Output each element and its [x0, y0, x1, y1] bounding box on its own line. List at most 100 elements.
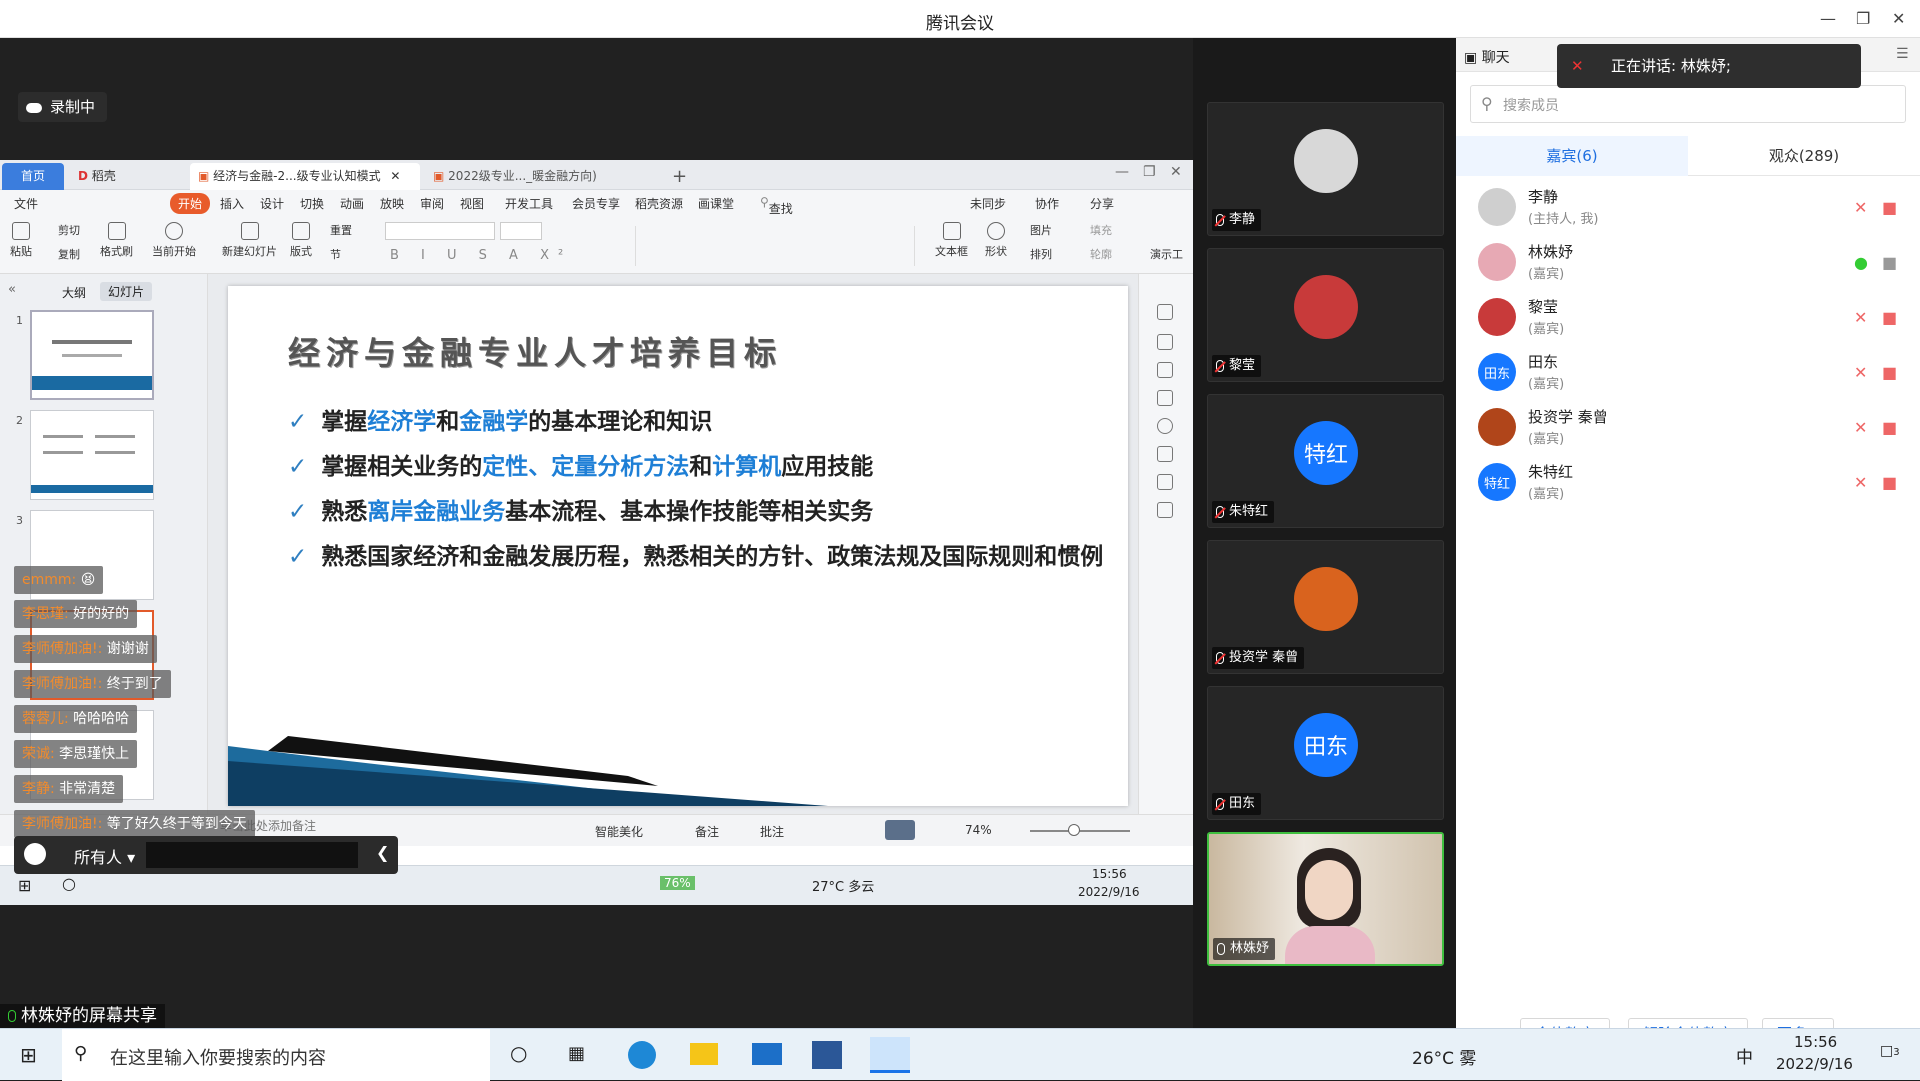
collaborate-button[interactable]: 协作 [1035, 195, 1059, 212]
member-row[interactable]: 田东 田东 (嘉宾) ✕ ■ [1478, 349, 1908, 401]
video-tile-active-speaker[interactable]: 林姝妤 [1207, 832, 1444, 966]
mic-muted-icon[interactable]: ✕ [1854, 418, 1872, 437]
current-slide[interactable]: 经济与金融专业人才培养目标 ✓ 掌握经济学和金融学的基本理论和知识 ✓ 掌握相关业务… [228, 286, 1128, 806]
section-button[interactable]: 节 [330, 246, 341, 262]
tab-daoke[interactable]: D 稻壳 [70, 163, 180, 190]
font-size-select[interactable] [500, 222, 542, 240]
comment-button[interactable]: 批注 [760, 823, 784, 840]
tencent-meeting-icon[interactable] [870, 1037, 910, 1073]
cut-button[interactable]: 剪切 [58, 222, 80, 238]
tab-outline[interactable]: 大纲 [62, 284, 86, 301]
zoom-level[interactable]: 74% [965, 823, 992, 837]
help-icon[interactable] [1157, 418, 1173, 434]
tool-icon[interactable] [1157, 334, 1173, 350]
tab-guests[interactable]: 嘉宾(6) [1456, 136, 1688, 176]
sync-status[interactable]: 未同步 [970, 195, 1006, 212]
word-icon[interactable] [812, 1041, 842, 1069]
camera-icon[interactable]: ■ [1882, 198, 1900, 217]
taskbar-search[interactable]: ⚲ 在这里输入你要搜索的内容 [62, 1029, 490, 1081]
menu-transition[interactable]: 切换 [300, 195, 324, 212]
notification-icon[interactable]: □3 [1880, 1043, 1900, 1059]
restore-icon[interactable]: ❐ [1143, 164, 1156, 180]
mail-icon[interactable] [752, 1043, 782, 1065]
text-format-icons[interactable]: B I U S A X² [390, 248, 572, 263]
play-icon[interactable] [885, 820, 915, 840]
collapse-icon[interactable]: « [8, 282, 16, 297]
mic-muted-icon[interactable]: ✕ [1854, 308, 1872, 327]
chat-tab[interactable]: ▣ 聊天 [1464, 47, 1510, 67]
video-tile[interactable]: 投资学 秦曾 [1207, 540, 1444, 674]
close-icon[interactable]: ✕ [1892, 9, 1905, 28]
menu-insert[interactable]: 插入 [220, 195, 244, 212]
windows-start-icon[interactable]: ⊞ [20, 1043, 37, 1067]
pin-icon[interactable] [1157, 362, 1173, 378]
restore-icon[interactable]: ❐ [1856, 9, 1870, 28]
menu-review[interactable]: 审阅 [420, 195, 444, 212]
emoji-icon[interactable] [24, 843, 46, 865]
textbox-button[interactable]: 文本框 [935, 222, 968, 259]
slide-thumbnail[interactable] [30, 410, 154, 500]
video-tile[interactable]: 李静 [1207, 102, 1444, 236]
menu-classroom[interactable]: 画课堂 [698, 195, 734, 212]
fill-button[interactable]: 填充 [1090, 222, 1112, 238]
mic-muted-icon[interactable]: ✕ [1854, 198, 1872, 217]
copy-button[interactable]: 复制 [58, 246, 80, 262]
camera-icon[interactable]: ■ [1882, 363, 1900, 382]
mic-muted-icon[interactable]: ✕ [1854, 363, 1872, 382]
menu-file[interactable]: 文件 [14, 195, 38, 212]
slide-thumbnail[interactable] [30, 310, 154, 400]
member-row[interactable]: 李静 (主持人, 我) ✕ ■ [1478, 184, 1908, 236]
menu-design[interactable]: 设计 [260, 195, 284, 212]
menu-resources[interactable]: 稻壳资源 [635, 195, 683, 212]
picture-button[interactable]: 图片 [1030, 222, 1052, 238]
mic-icon[interactable]: ● [1854, 253, 1872, 272]
format-painter-button[interactable]: 格式刷 [100, 222, 133, 259]
menu-icon[interactable]: ☰ [1896, 46, 1909, 62]
paste-button[interactable]: 粘贴 [10, 222, 32, 259]
share-button[interactable]: 分享 [1090, 195, 1114, 212]
menu-member[interactable]: 会员专享 [572, 195, 620, 212]
presenter-tools-button[interactable]: 演示工 [1150, 246, 1183, 262]
multitask-icon[interactable]: ▦ [568, 1043, 585, 1064]
member-row[interactable]: 黎莹 (嘉宾) ✕ ■ [1478, 294, 1908, 346]
task-view-icon[interactable]: ○ [510, 1041, 527, 1065]
folder-icon[interactable] [690, 1043, 718, 1065]
menu-dev[interactable]: 开发工具 [505, 195, 553, 212]
collapse-chat-icon[interactable]: ❮ [376, 843, 389, 862]
command-search[interactable]: ⚲ 查找命令、搜索模板 [760, 195, 793, 284]
layout-button[interactable]: 版式 [290, 222, 312, 259]
smart-beautify-button[interactable]: 智能美化 [595, 823, 643, 840]
video-tile[interactable]: 黎莹 [1207, 248, 1444, 382]
tab-home[interactable]: 首页 [2, 163, 64, 190]
ime-indicator[interactable]: 中 [1736, 1043, 1753, 1068]
minimize-icon[interactable]: — [1115, 164, 1129, 180]
reset-button[interactable]: 重置 [330, 222, 352, 238]
minimize-icon[interactable]: — [1820, 9, 1836, 28]
zoom-slider[interactable] [1030, 830, 1130, 832]
tool-icon[interactable] [1157, 502, 1173, 518]
clock-date[interactable]: 2022/9/16 [1776, 1055, 1853, 1073]
member-row[interactable]: 投资学 秦曾 (嘉宾) ✕ ■ [1478, 404, 1908, 456]
recording-badge[interactable]: 录制中 [18, 92, 108, 122]
menu-view[interactable]: 视图 [460, 195, 484, 212]
chat-input[interactable] [146, 842, 358, 868]
tool-icon[interactable] [1157, 304, 1173, 320]
arrange-button[interactable]: 排列 [1030, 246, 1052, 262]
tab-active-doc[interactable]: ▣ 经济与金融-2...级专业认知模式 ✕ [190, 163, 420, 190]
cortana-icon[interactable]: ○ [62, 874, 76, 893]
member-row[interactable]: 特红 朱特红 (嘉宾) ✕ ■ [1478, 459, 1908, 511]
tab-doc2[interactable]: ▣ 2022级专业..._暖金融方向) [425, 163, 645, 190]
member-search-input[interactable]: ⚲ 搜索成员 [1470, 85, 1906, 123]
menu-start[interactable]: 开始 [170, 193, 211, 214]
chat-target-select[interactable]: 所有人 ▾ [74, 844, 135, 868]
start-show-button[interactable]: 当前开始 [152, 222, 196, 259]
shape-button[interactable]: 形状 [985, 222, 1007, 259]
video-tile[interactable]: 特红 朱特红 [1207, 394, 1444, 528]
menu-show[interactable]: 放映 [380, 195, 404, 212]
notes-button[interactable]: 备注 [695, 823, 719, 840]
clock-time[interactable]: 15:56 [1794, 1033, 1837, 1051]
windows-start-icon[interactable]: ⊞ [18, 876, 31, 895]
zoom-handle[interactable] [1068, 824, 1080, 836]
new-slide-button[interactable]: 新建幻灯片 [222, 222, 277, 259]
tool-icon[interactable] [1157, 446, 1173, 462]
